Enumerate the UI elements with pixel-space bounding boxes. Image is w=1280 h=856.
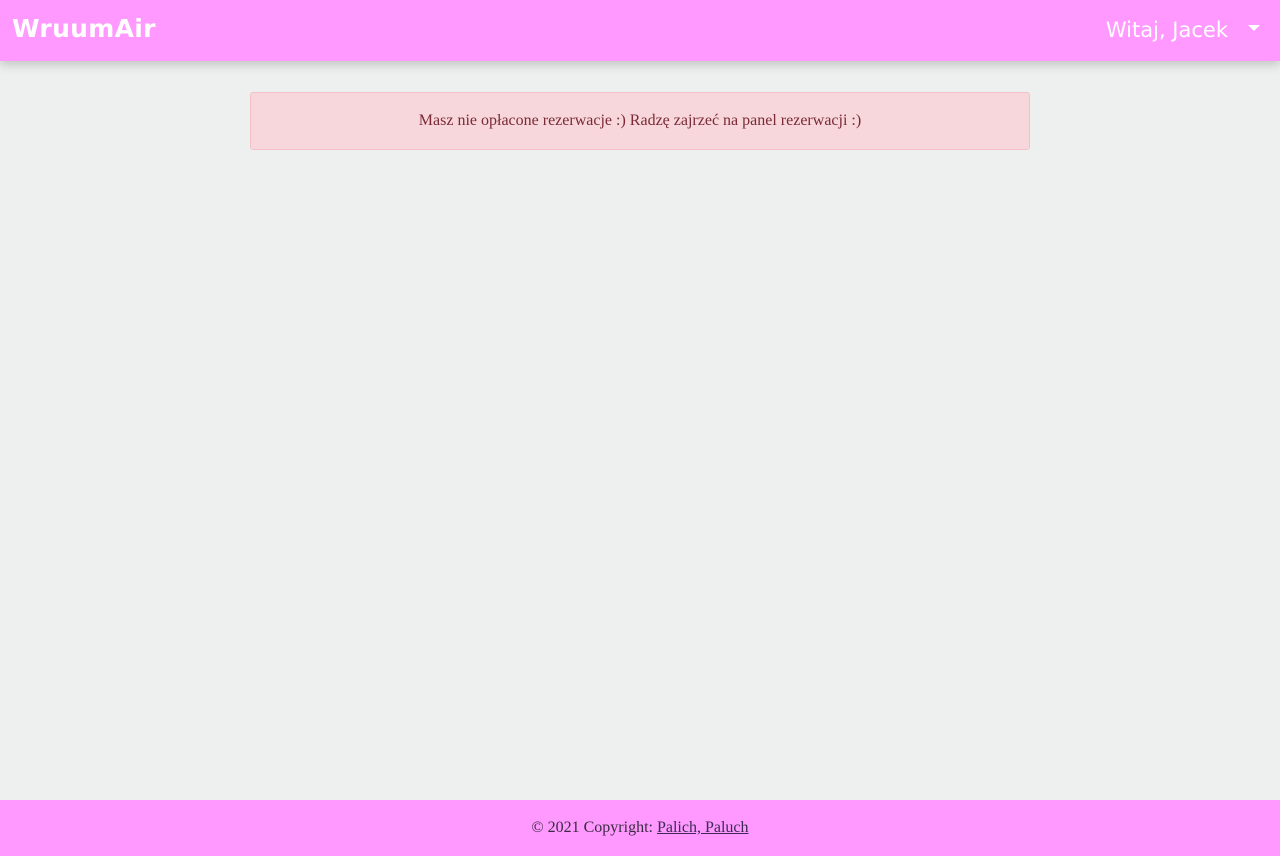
copyright-text: © 2021 Copyright: bbox=[531, 819, 657, 836]
alert-message: Masz nie opłacone rezerwacje :) Radzę za… bbox=[418, 112, 862, 129]
caret-down-icon[interactable] bbox=[1248, 25, 1260, 31]
top-navbar: WruumAir Witaj, Jacek bbox=[0, 0, 1280, 61]
user-greeting[interactable]: Witaj, Jacek bbox=[1106, 15, 1228, 45]
brand-logo-link[interactable]: WruumAir bbox=[12, 13, 156, 45]
user-menu-dropdown[interactable]: Witaj, Jacek bbox=[1106, 15, 1260, 45]
authors-link[interactable]: Palich, Paluch bbox=[657, 819, 749, 836]
footer-text: © 2021 Copyright: Palich, Paluch bbox=[531, 819, 748, 837]
page-footer: © 2021 Copyright: Palich, Paluch bbox=[0, 800, 1280, 856]
unpaid-reservations-alert: Masz nie opłacone rezerwacje :) Radzę za… bbox=[250, 92, 1030, 150]
